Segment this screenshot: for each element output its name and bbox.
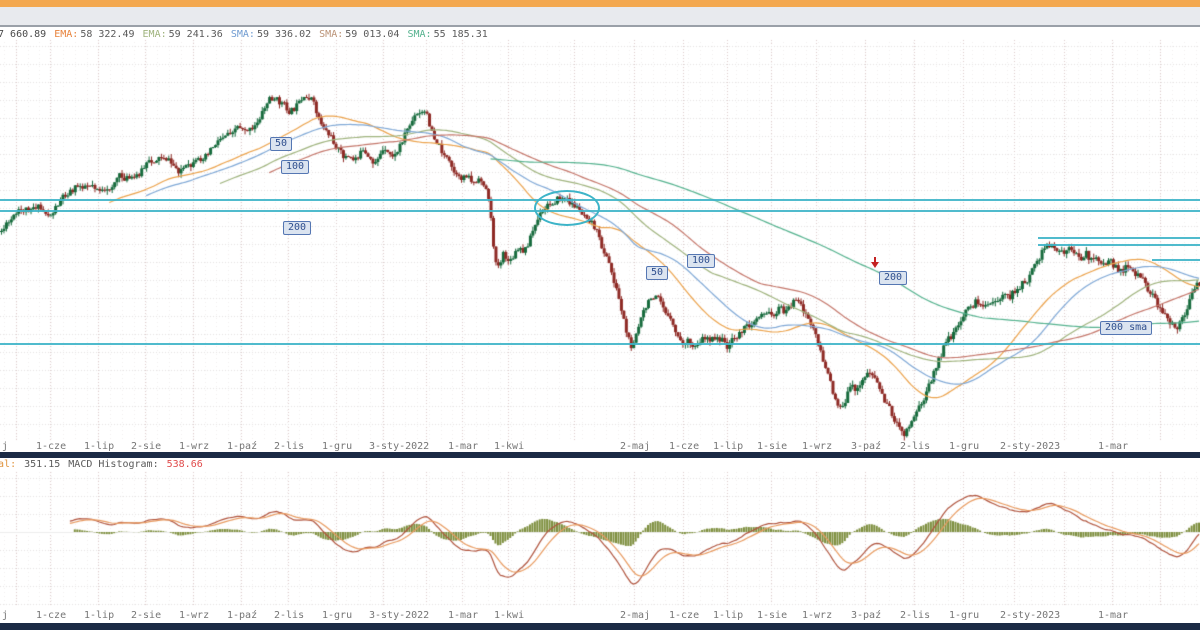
x-axis-label: 2-lis bbox=[274, 441, 304, 452]
macd-legend-item: 351.15 bbox=[18, 459, 66, 470]
x-axis-label: 1-wrz bbox=[179, 610, 209, 621]
x-axis-label: 2-lis bbox=[900, 441, 930, 452]
x-axis-label: 1-kwi bbox=[494, 441, 524, 452]
x-axis-label: 1-kwi bbox=[494, 610, 524, 621]
x-axis-label: 1-gru bbox=[949, 610, 979, 621]
macd-legend-item: gnal: bbox=[0, 459, 16, 470]
ma-label-badge[interactable]: 200 bbox=[879, 271, 907, 285]
x-axis-label: 1-lip bbox=[713, 610, 743, 621]
support-resistance-line[interactable] bbox=[1152, 259, 1200, 261]
legend-label: EMA: bbox=[143, 29, 167, 40]
legend-value: 59 013.04 bbox=[345, 29, 405, 40]
x-axis-label: 1-mar bbox=[448, 441, 478, 452]
legend-label: SMA: bbox=[319, 29, 343, 40]
x-axis-label: 2-sie bbox=[131, 610, 161, 621]
x-axis-label: 1-cze bbox=[36, 441, 66, 452]
ma-label-badge[interactable]: 50 bbox=[646, 266, 668, 280]
ellipse-annotation[interactable] bbox=[534, 190, 600, 226]
x-axis-label: 3-paź bbox=[851, 610, 881, 621]
support-resistance-line[interactable] bbox=[0, 210, 1200, 212]
legend-value: 57 660.89 bbox=[0, 29, 52, 40]
x-axis-label: 1-lip bbox=[713, 441, 743, 452]
x-axis-main: j 1-cze 1-lip 2-sie 1-wrz 1-paź 2-lis 1-gru 3-st… bbox=[0, 441, 1200, 453]
x-axis-label: 1-wrz bbox=[802, 441, 832, 452]
x-axis-label: 1-sie bbox=[757, 610, 787, 621]
x-axis-label: 1-cze bbox=[36, 610, 66, 621]
legend-value: 59 336.02 bbox=[257, 29, 317, 40]
legend-label: SMA: bbox=[407, 29, 431, 40]
x-axis-label: 2-lis bbox=[900, 610, 930, 621]
x-axis-label: 2-maj bbox=[620, 610, 650, 621]
x-axis-label: 2-sie bbox=[131, 441, 161, 452]
x-axis-label: j bbox=[2, 610, 8, 621]
support-resistance-line[interactable] bbox=[0, 343, 1200, 345]
x-axis-label: 1-wrz bbox=[802, 610, 832, 621]
x-axis-label: 1-sie bbox=[757, 441, 787, 452]
support-resistance-line[interactable] bbox=[1038, 244, 1200, 246]
x-axis-label: 2-sty-2023 bbox=[1000, 610, 1060, 621]
x-axis-label: 2-lis bbox=[274, 610, 304, 621]
x-axis-label: 1-gru bbox=[949, 441, 979, 452]
ma-label-badge[interactable]: 50 bbox=[270, 137, 292, 151]
x-axis-label: 1-mar bbox=[1098, 441, 1128, 452]
legend-label: EMA: bbox=[54, 29, 78, 40]
x-axis-label: 1-mar bbox=[448, 610, 478, 621]
x-axis-macd: j 1-cze 1-lip 2-sie 1-wrz 1-paź 2-lis 1-gru 3-st… bbox=[0, 610, 1200, 622]
x-axis-label: 3-sty-2022 bbox=[369, 441, 429, 452]
x-axis-label: 1-mar bbox=[1098, 610, 1128, 621]
x-axis-label: 1-gru bbox=[322, 610, 352, 621]
price-legend: 57 660.89 EMA:58 322.49 EMA:59 241.36 SM… bbox=[0, 29, 490, 40]
x-axis-label: 1-cze bbox=[669, 441, 699, 452]
x-axis-label: 1-paź bbox=[227, 610, 257, 621]
legend-value: 59 241.36 bbox=[169, 29, 229, 40]
x-axis-label: 1-lip bbox=[84, 441, 114, 452]
ma-label-badge[interactable]: 100 bbox=[281, 160, 309, 174]
x-axis-label: 2-sty-2023 bbox=[1000, 441, 1060, 452]
x-axis-label: 1-wrz bbox=[179, 441, 209, 452]
bottom-bar bbox=[0, 623, 1200, 630]
x-axis-label: 1-gru bbox=[322, 441, 352, 452]
x-axis-label: 2-maj bbox=[620, 441, 650, 452]
x-axis-label: 3-paź bbox=[851, 441, 881, 452]
macd-legend-item: 538.66 bbox=[161, 459, 203, 470]
ma-label-badge[interactable]: 200 bbox=[283, 221, 311, 235]
x-axis-label: 1-cze bbox=[669, 610, 699, 621]
macd-legend: gnal: 351.15 MACD Histogram: 538.66 bbox=[0, 459, 205, 470]
ma-label-badge[interactable]: 200 sma bbox=[1100, 321, 1152, 335]
support-resistance-line[interactable] bbox=[1038, 237, 1200, 239]
legend-value: 55 185.31 bbox=[434, 29, 488, 40]
x-axis-label: j bbox=[2, 441, 8, 452]
x-axis-label: 1-lip bbox=[84, 610, 114, 621]
ma-label-badge[interactable]: 100 bbox=[687, 254, 715, 268]
legend-value: 58 322.49 bbox=[80, 29, 140, 40]
support-resistance-line[interactable] bbox=[0, 199, 1200, 201]
legend-label: SMA: bbox=[231, 29, 255, 40]
price-chart-canvas[interactable] bbox=[0, 0, 1200, 630]
chart-page: 57 660.89 EMA:58 322.49 EMA:59 241.36 SM… bbox=[0, 0, 1200, 630]
macd-legend-item: MACD Histogram: bbox=[68, 459, 158, 470]
x-axis-label: 1-paź bbox=[227, 441, 257, 452]
x-axis-label: 3-sty-2022 bbox=[369, 610, 429, 621]
